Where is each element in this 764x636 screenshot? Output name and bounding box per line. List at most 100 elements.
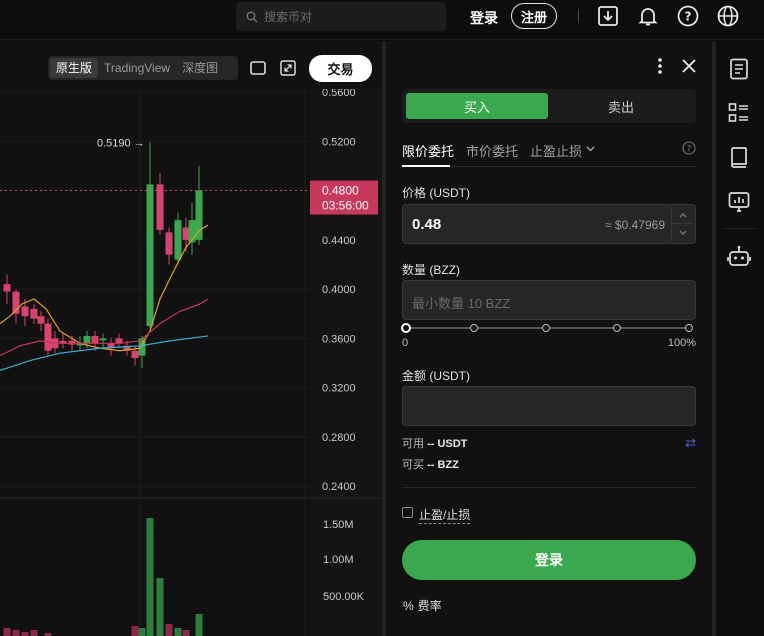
slider-stop-75[interactable]	[613, 324, 621, 332]
slider-max-label: 100%	[667, 337, 696, 349]
window-icon[interactable]	[250, 61, 266, 75]
login-link[interactable]: 登录	[470, 8, 498, 28]
swap-icon[interactable]: ⇄	[685, 435, 696, 451]
amount-label: 金额 (USDT)	[402, 369, 470, 383]
book-icon[interactable]	[727, 145, 751, 169]
step-up-icon[interactable]	[672, 207, 693, 224]
buy-sell-switch: 买入 卖出	[402, 89, 696, 123]
candle-body	[182, 227, 190, 240]
ma-long-line	[0, 335, 209, 372]
candle-body	[37, 316, 45, 324]
bot-icon[interactable]	[727, 244, 751, 268]
buy-tab[interactable]: 买入	[406, 93, 548, 119]
candle-body	[30, 308, 38, 319]
available-value: -- USDT	[427, 438, 468, 450]
volume-tick-label: 1.50M	[323, 519, 354, 531]
price-tick-label: 0.5600	[322, 89, 356, 99]
high-price-label: 0.5190 →	[97, 138, 145, 150]
bell-icon[interactable]	[636, 4, 660, 28]
candle-body	[131, 350, 139, 359]
chart-toolbar: 原生版 TradingView 深度图 交易	[0, 41, 382, 89]
right-rail	[716, 41, 764, 636]
current-price-label: 0.4800	[322, 184, 359, 198]
candle-body	[156, 184, 164, 230]
view-native-tab[interactable]: 原生版	[50, 58, 99, 78]
slider-stop-100[interactable]	[685, 324, 693, 332]
candle-body	[174, 220, 182, 260]
order-panel: 买入 卖出 限价委托 市价委托 止盈止损 ? 价格 (USDT) 0.48 ≈ …	[386, 41, 712, 636]
chart-area[interactable]: 原生版 TradingView 深度图 交易 0.5600 0.5200 0.480…	[0, 41, 382, 636]
slider-stop-25[interactable]	[470, 324, 478, 332]
candle-body	[44, 323, 52, 351]
slider-stop-50[interactable]	[542, 324, 550, 332]
candle-body	[195, 190, 203, 240]
candle-body	[146, 184, 154, 327]
volume-bar	[156, 578, 164, 636]
svg-text:?: ?	[687, 145, 692, 155]
can-buy-value: -- BZZ	[427, 459, 459, 471]
tab-tpsl-order[interactable]: 止盈止损	[530, 141, 582, 160]
search-placeholder: 搜索币对	[264, 10, 313, 24]
slider-handle[interactable]	[401, 323, 411, 333]
ma-mid-line	[0, 298, 209, 357]
globe-icon[interactable]	[716, 4, 740, 28]
svg-text:?: ?	[685, 10, 692, 24]
top-bar: 搜索币对 登录 注册 ?	[0, 0, 764, 40]
chevron-down-icon[interactable]	[586, 146, 595, 152]
percent-slider[interactable]: 0 100%	[401, 321, 696, 351]
can-buy-label: 可买	[402, 459, 424, 471]
help-icon[interactable]: ?	[676, 4, 700, 28]
price-input[interactable]: 0.48 ≈ $0.47969	[402, 204, 696, 244]
tpsl-label[interactable]: 止盈/止损	[419, 506, 471, 524]
download-icon[interactable]	[596, 4, 620, 28]
candle-body	[99, 338, 107, 341]
candle-body	[21, 306, 29, 317]
candle-body	[165, 232, 173, 255]
price-tick-label: 0.2800	[322, 432, 356, 444]
can-buy: 可买 -- BZZ	[402, 456, 459, 472]
sell-tab[interactable]: 卖出	[550, 93, 692, 119]
info-icon[interactable]: ?	[682, 141, 696, 155]
countdown-label: 03:56:00	[322, 199, 369, 213]
view-depth-tab[interactable]: 深度图	[176, 58, 224, 78]
volume-bar	[165, 624, 173, 636]
volume-bar	[30, 630, 38, 636]
fullscreen-icon[interactable]	[280, 60, 296, 76]
quantity-placeholder: 最小数量 10 BZZ	[412, 296, 511, 311]
slider-min-label: 0	[402, 337, 409, 349]
volume-tick-label: 500.00K	[323, 591, 365, 603]
divider	[578, 9, 579, 23]
available-balance: 可用 -- USDT	[402, 435, 467, 451]
tab-market-order[interactable]: 市价委托	[466, 141, 518, 160]
chart-monitor-icon[interactable]	[727, 190, 751, 214]
divider	[724, 228, 756, 229]
quantity-input[interactable]: 最小数量 10 BZZ	[402, 280, 696, 320]
order-list-icon[interactable]	[727, 101, 751, 125]
price-label: 价格 (USDT)	[402, 186, 470, 200]
view-tradingview-tab[interactable]: TradingView	[98, 58, 176, 78]
more-icon[interactable]	[657, 57, 663, 75]
candle-body	[68, 340, 76, 345]
chart-view-switch: 原生版 TradingView 深度图	[48, 56, 238, 80]
document-icon[interactable]	[727, 57, 751, 81]
fee-label: 费率	[417, 599, 442, 613]
login-button[interactable]: 登录	[402, 540, 696, 580]
close-icon[interactable]	[682, 59, 696, 73]
search-icon	[246, 11, 258, 22]
price-stepper[interactable]	[671, 207, 693, 241]
register-button[interactable]: 注册	[511, 3, 557, 29]
volume-bar	[174, 628, 182, 636]
volume-bar	[21, 632, 29, 636]
candlestick-chart[interactable]: 0.5600 0.5200 0.4800 0.4400 0.4000 0.3600 0.32…	[0, 89, 382, 636]
tpsl-checkbox[interactable]	[402, 507, 413, 518]
volume-bar	[138, 628, 146, 636]
tab-limit-order[interactable]: 限价委托	[402, 141, 454, 160]
step-down-icon[interactable]	[672, 224, 693, 241]
fee-rate-link[interactable]: % 费率	[403, 597, 442, 614]
search-box[interactable]: 搜索币对	[236, 2, 446, 31]
divider	[402, 487, 696, 488]
amount-input[interactable]	[402, 386, 696, 426]
trade-button[interactable]: 交易	[309, 55, 372, 82]
volume-bar	[146, 518, 154, 636]
candle-body	[83, 335, 91, 344]
